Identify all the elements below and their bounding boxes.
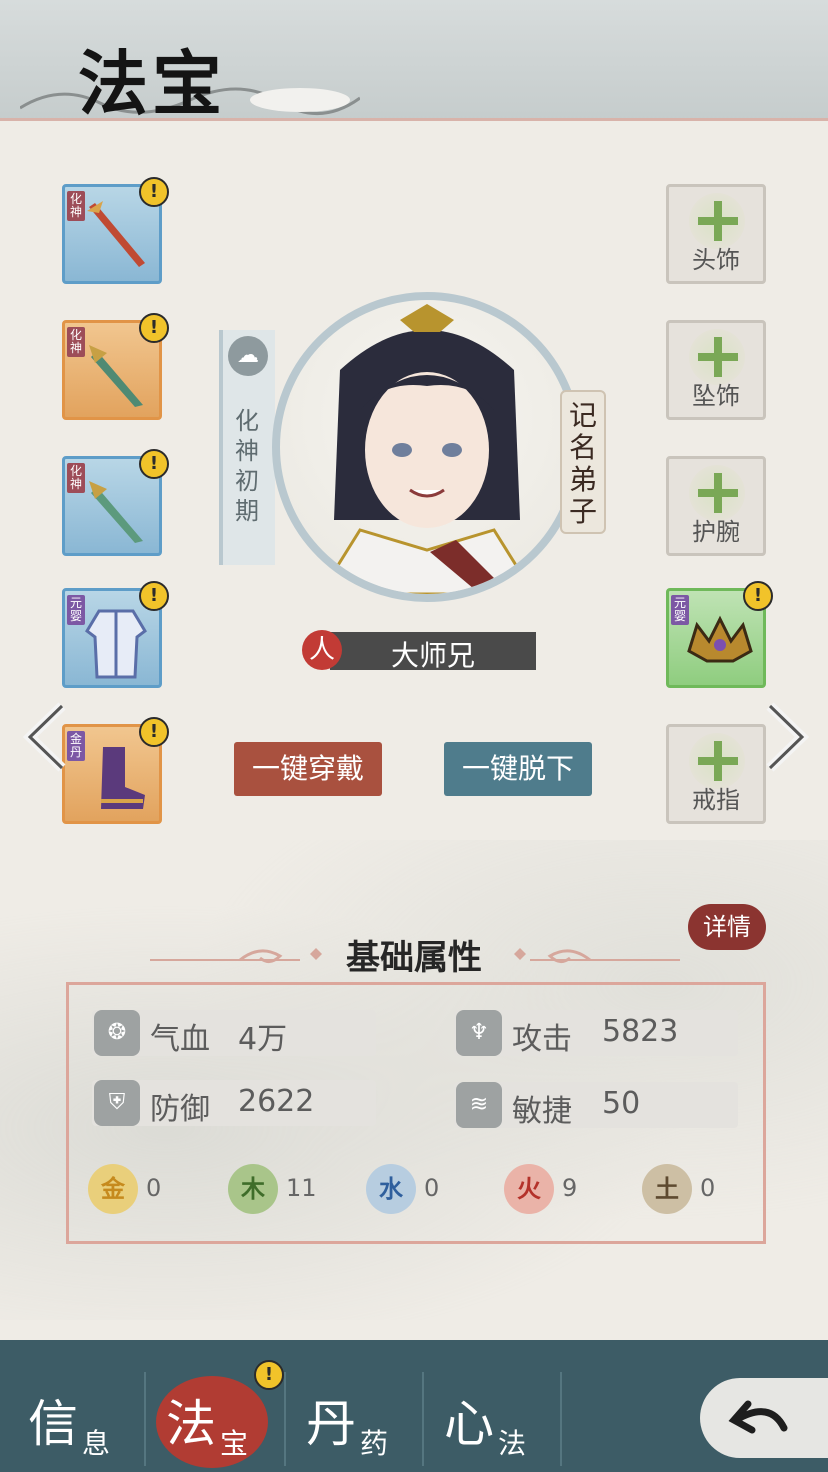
element-fire: 火 9 bbox=[504, 1164, 594, 1214]
stat-value: 4万 bbox=[238, 1022, 288, 1057]
element-value: 0 bbox=[424, 1174, 440, 1202]
element-value: 9 bbox=[562, 1174, 578, 1202]
equip-slot-armor[interactable]: 元婴 ! bbox=[62, 581, 169, 688]
equip-slot-headwear[interactable]: 头饰 bbox=[666, 184, 766, 284]
cloud-icon: ☁ bbox=[228, 336, 268, 376]
attack-icon: ♆ bbox=[456, 1010, 502, 1056]
character-name: 大师兄 bbox=[390, 639, 475, 672]
equip-slot-bracer[interactable]: 护腕 bbox=[666, 456, 766, 556]
alert-badge: ! bbox=[139, 313, 169, 343]
equip-slot-pendant[interactable]: 坠饰 bbox=[666, 320, 766, 420]
tab-treasure[interactable]: 法 宝 ! bbox=[146, 1360, 284, 1472]
element-value: 0 bbox=[700, 1174, 716, 1202]
equip-slot-ring[interactable]: 戒指 bbox=[666, 724, 766, 824]
shield-icon: ⛨ bbox=[94, 1080, 140, 1126]
wind-icon: ≋ bbox=[456, 1082, 502, 1128]
alert-badge: ! bbox=[139, 581, 169, 611]
section-title: 基础属性 bbox=[346, 938, 482, 978]
rank-text: 记名弟子 bbox=[569, 399, 598, 528]
element-wood: 木 11 bbox=[228, 1164, 318, 1214]
stat-value: 5823 bbox=[602, 1014, 679, 1049]
stat-row-defense: ⛨ 防御 2622 bbox=[92, 1080, 376, 1127]
element-badge: 土 bbox=[642, 1164, 692, 1214]
equip-slot-boots[interactable]: 金丹 ! bbox=[62, 717, 169, 824]
equip-slot-artifact[interactable]: 化神 ! bbox=[62, 449, 169, 556]
element-earth: 土 0 bbox=[642, 1164, 732, 1214]
robe-icon bbox=[85, 609, 147, 679]
stat-row-agility: ≋ 敏捷 50 bbox=[454, 1082, 738, 1129]
element-badge: 水 bbox=[366, 1164, 416, 1214]
stat-label: 敏捷 bbox=[512, 1094, 572, 1129]
alert-badge: ! bbox=[139, 717, 169, 747]
equip-slot-weapon[interactable]: 化神 ! bbox=[62, 177, 169, 284]
character-portrait bbox=[272, 292, 582, 602]
character-illustration bbox=[318, 304, 536, 594]
alert-badge: ! bbox=[254, 1360, 284, 1390]
tab-label-sub: 法 bbox=[498, 1427, 527, 1460]
blood-drop-icon: ❂ bbox=[94, 1010, 140, 1056]
boot-icon bbox=[101, 747, 145, 809]
tab-divider bbox=[560, 1372, 562, 1466]
element-value: 0 bbox=[146, 1174, 162, 1202]
rank-tag: 记名弟子 bbox=[560, 390, 606, 534]
tab-label-main: 信 bbox=[28, 1395, 78, 1453]
tab-label-sub: 息 bbox=[82, 1427, 111, 1460]
element-value: 11 bbox=[286, 1174, 317, 1202]
next-character-arrow-icon[interactable] bbox=[762, 702, 810, 772]
tab-label-main: 心 bbox=[444, 1395, 494, 1453]
tab-label-sub: 药 bbox=[360, 1427, 389, 1460]
page-title: 法宝 bbox=[78, 42, 226, 125]
stat-value: 2622 bbox=[238, 1084, 315, 1119]
slot-label: 头饰 bbox=[692, 246, 740, 274]
element-badge: 火 bbox=[504, 1164, 554, 1214]
stat-value: 50 bbox=[602, 1086, 641, 1121]
slot-label: 坠饰 bbox=[692, 382, 740, 410]
equip-slot-offhand[interactable]: 化神 ! bbox=[62, 313, 169, 420]
stat-label: 气血 bbox=[150, 1022, 210, 1057]
tab-pills[interactable]: 丹 药 bbox=[286, 1366, 424, 1472]
tab-cultivation[interactable]: 心 法 bbox=[424, 1366, 562, 1472]
dagger-icon bbox=[89, 481, 143, 543]
slot-label: 护腕 bbox=[692, 518, 740, 546]
element-metal: 金 0 bbox=[88, 1164, 178, 1214]
back-button[interactable] bbox=[700, 1378, 828, 1458]
stat-label: 攻击 bbox=[512, 1022, 572, 1057]
element-badge: 木 bbox=[228, 1164, 278, 1214]
sword-icon bbox=[87, 201, 145, 267]
equip-slot-crown[interactable]: 元婴 ! bbox=[666, 581, 773, 688]
name-plate: 大师兄 bbox=[330, 632, 536, 672]
tab-label-sub: 宝 bbox=[220, 1427, 249, 1460]
alert-badge: ! bbox=[743, 581, 773, 611]
slot-label: 戒指 bbox=[692, 786, 740, 814]
back-arrow-icon bbox=[728, 1400, 788, 1434]
stat-row-attack: ♆ 攻击 5823 bbox=[454, 1010, 738, 1057]
section-divider-right bbox=[514, 948, 680, 963]
dagger-icon bbox=[89, 345, 143, 407]
element-badge: 金 bbox=[88, 1164, 138, 1214]
human-seal-icon: 人 bbox=[302, 630, 342, 670]
stat-label: 防御 bbox=[150, 1092, 210, 1127]
realm-tag: ☁ 化神初期 bbox=[219, 330, 275, 565]
unequip-all-button[interactable]: 一键脱下 bbox=[444, 742, 592, 796]
alert-badge: ! bbox=[139, 177, 169, 207]
element-water: 水 0 bbox=[366, 1164, 456, 1214]
tab-label-main: 法 bbox=[166, 1395, 216, 1453]
equip-all-button[interactable]: 一键穿戴 bbox=[234, 742, 382, 796]
crown-icon bbox=[687, 615, 753, 663]
tab-label-main: 丹 bbox=[306, 1395, 356, 1453]
realm-text: 化神初期 bbox=[235, 407, 259, 525]
stat-row-hp: ❂ 气血 4万 bbox=[92, 1010, 376, 1057]
alert-badge: ! bbox=[139, 449, 169, 479]
tab-info[interactable]: 信 息 bbox=[8, 1366, 146, 1472]
previous-character-arrow-icon[interactable] bbox=[22, 702, 70, 772]
